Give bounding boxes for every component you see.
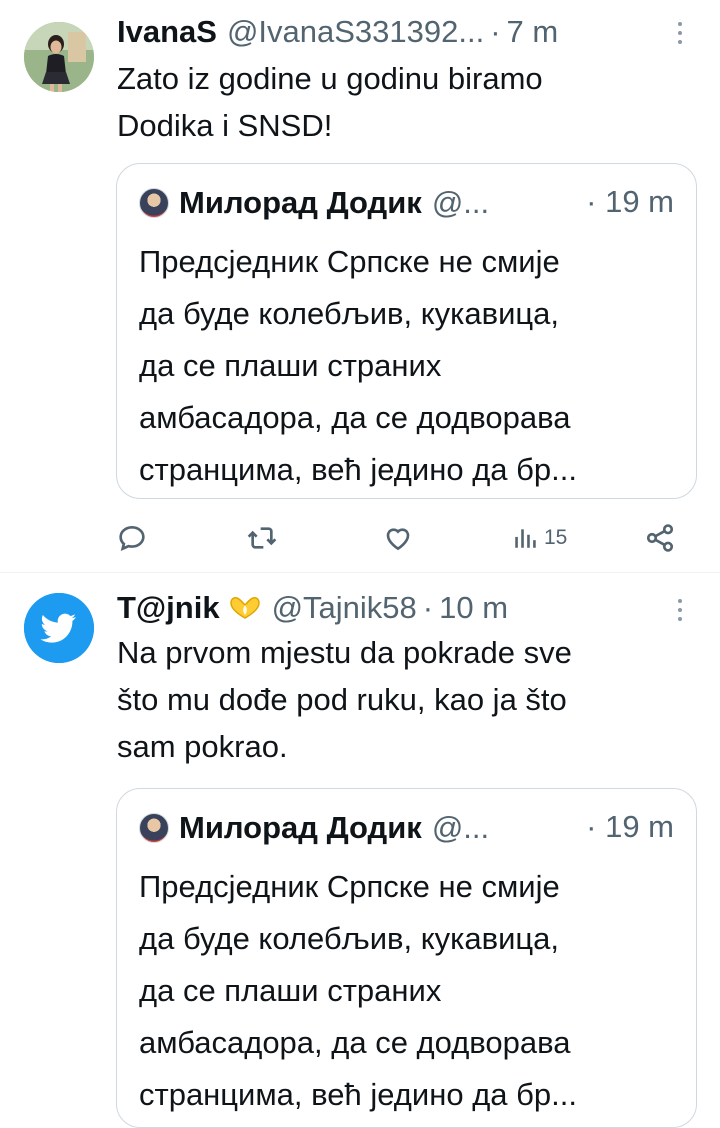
more-options-icon[interactable] xyxy=(670,18,690,48)
quoted-tweet[interactable]: Милорад Додик @... · 19 m Предсједник Ср… xyxy=(116,163,697,499)
quoted-text-line: амбасадора, да се додворава xyxy=(139,1025,571,1060)
quoted-tweet-text: Предсједник Српске не смије да буде коле… xyxy=(139,236,679,496)
tweet-text-line: što mu dođe pod ruku, kao ja što xyxy=(117,682,567,717)
quoted-tweet[interactable]: Милорад Додик @... · 19 m Предсједник Ср… xyxy=(116,788,697,1128)
quoted-tweet-time: · 19 m xyxy=(586,184,674,219)
quoted-text-line: да се плаши страних xyxy=(139,348,442,383)
tweet-actions: 15 xyxy=(116,518,680,558)
share-icon xyxy=(646,524,674,552)
quoted-author-handle: @... xyxy=(431,185,490,220)
views-count: 15 xyxy=(544,526,568,549)
separator-dot: · xyxy=(490,14,501,49)
quoted-author-avatar xyxy=(139,188,169,218)
quoted-text-line: да се плаши страних xyxy=(139,973,442,1008)
user-avatar[interactable] xyxy=(24,593,94,663)
quoted-tweet-header: Милорад Додик @... xyxy=(139,184,489,222)
like-button[interactable] xyxy=(382,518,414,558)
tweet-text-line: Dodika i SNSD! xyxy=(117,108,333,143)
quoted-text-line: Предсједник Српске не смије xyxy=(139,869,560,904)
tweet-header: IvanaS @IvanaS331392... · 7 m xyxy=(117,12,558,52)
quoted-tweet-time: · 19 m xyxy=(586,809,674,844)
quoted-author-avatar xyxy=(139,813,169,843)
more-options-icon[interactable] xyxy=(670,595,690,625)
quoted-text-line: да буде колебљив, кукавица, xyxy=(139,921,560,956)
tweet-time[interactable]: 10 m xyxy=(439,590,508,626)
author-name[interactable]: IvanaS xyxy=(117,14,217,50)
retweet-icon xyxy=(247,527,277,549)
quoted-author-name: Милорад Додик xyxy=(179,185,422,220)
views-button[interactable]: 15 xyxy=(512,518,567,558)
quoted-text-line: Предсједник Српске не смије xyxy=(139,244,560,279)
quoted-author-handle: @... xyxy=(431,810,490,845)
reply-button[interactable] xyxy=(116,518,148,558)
reply-icon xyxy=(119,525,145,551)
separator-dot: · xyxy=(422,590,434,625)
tweet-header: T@jnik @Tajnik58 · 10 m xyxy=(117,588,508,628)
quoted-text-line: странцима, већ једино да бр... xyxy=(139,1077,577,1112)
heart-icon xyxy=(386,528,410,551)
views-icon xyxy=(515,529,536,548)
heart-hands-emoji-icon xyxy=(229,597,260,619)
tweet-text: Na prvom mjestu da pokrade sve što mu do… xyxy=(117,629,702,770)
tweet-text: Zato iz godine u godinu biramo Dodika i … xyxy=(117,55,702,149)
tweet-text-line: Zato iz godine u godinu biramo xyxy=(117,61,543,96)
person-photo-icon xyxy=(24,22,94,92)
author-handle[interactable]: @IvanaS331392... xyxy=(227,14,484,50)
quoted-text-line: да буде колебљив, кукавица, xyxy=(139,296,560,331)
user-avatar[interactable] xyxy=(24,22,94,92)
quoted-tweet-header: Милорад Додик @... xyxy=(139,809,489,847)
author-handle[interactable]: @Tajnik58 xyxy=(272,590,417,626)
tweet-text-line: sam pokrao. xyxy=(117,729,288,764)
retweet-button[interactable] xyxy=(246,518,278,558)
share-button[interactable] xyxy=(644,518,676,558)
quoted-text-line: странцима, већ једино да бр... xyxy=(139,452,577,487)
tweet-ivanas[interactable]: IvanaS @IvanaS331392... · 7 m Zato iz go… xyxy=(0,0,720,572)
quoted-author-name: Милорад Додик xyxy=(179,810,422,845)
author-name[interactable]: T@jnik xyxy=(117,590,220,626)
quoted-tweet-text: Предсједник Српске не смије да буде коле… xyxy=(139,861,679,1121)
tweet-time[interactable]: 7 m xyxy=(507,14,559,50)
twitter-bird-icon xyxy=(24,593,94,663)
quoted-text-line: амбасадора, да се додворава xyxy=(139,400,571,435)
tweet-tajnik[interactable]: T@jnik @Tajnik58 · 10 m Na prvom mjestu … xyxy=(0,573,720,1128)
tweet-text-line: Na prvom mjestu da pokrade sve xyxy=(117,635,572,670)
